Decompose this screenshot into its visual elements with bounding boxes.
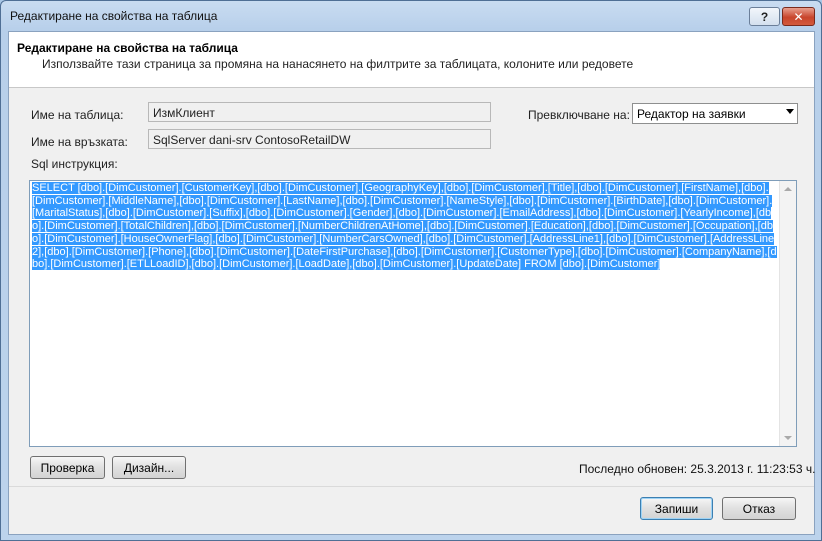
connection-name-field[interactable]: SqlServer dani-srv ContosoRetailDW [148, 129, 491, 149]
design-button[interactable]: Дизайн... [112, 456, 186, 479]
vertical-scrollbar[interactable] [779, 181, 796, 446]
scroll-down-icon[interactable] [784, 436, 792, 440]
last-updated-status: Последно обновен: 25.3.2013 г. 11:23:53 … [579, 462, 816, 476]
connection-name-label: Име на връзката: [31, 135, 128, 149]
help-button[interactable]: ? [749, 7, 780, 26]
footer-divider [9, 486, 814, 487]
dialog-window: Редактиране на свойства на таблица ? ✕ Р… [0, 0, 822, 541]
validate-button[interactable]: Проверка [30, 456, 105, 479]
switch-to-value: Редактор на заявки [637, 107, 746, 121]
switch-to-dropdown[interactable]: Редактор на заявки [632, 103, 798, 124]
title-bar[interactable]: Редактиране на свойства на таблица ? ✕ [1, 1, 821, 31]
close-icon[interactable]: ✕ [782, 7, 815, 26]
save-button[interactable]: Запиши [640, 497, 713, 520]
dialog-client-area: Редактиране на свойства на таблица Изпол… [8, 31, 815, 535]
scroll-up-icon[interactable] [784, 187, 792, 191]
sql-statement-label: Sql инструкция: [31, 157, 118, 171]
switch-to-label: Превключване на: [528, 108, 630, 122]
window-title: Редактиране на свойства на таблица [10, 9, 218, 23]
chevron-down-icon [786, 109, 794, 114]
table-name-label: Име на таблица: [31, 108, 124, 122]
sql-textarea[interactable]: SELECT [dbo].[DimCustomer].[CustomerKey]… [29, 180, 797, 447]
table-name-field[interactable]: ИзмКлиент [148, 102, 491, 122]
header-subtitle: Използвайте тази страница за промяна на … [42, 57, 634, 71]
dialog-header: Редактиране на свойства на таблица Изпол… [9, 32, 814, 88]
sql-text: SELECT [dbo].[DimCustomer].[CustomerKey]… [32, 182, 777, 271]
cancel-button[interactable]: Отказ [722, 497, 796, 520]
header-title: Редактиране на свойства на таблица [17, 41, 238, 55]
